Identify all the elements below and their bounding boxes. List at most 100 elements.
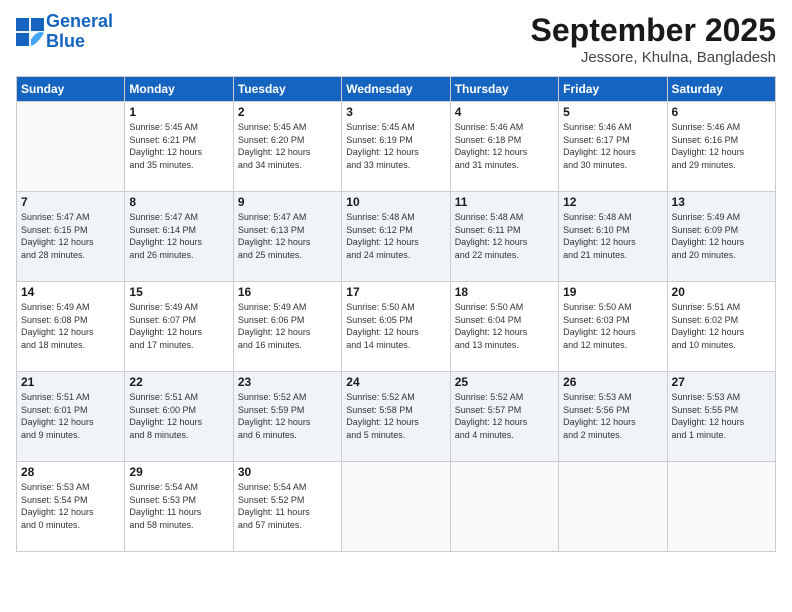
day-number: 27 [672, 375, 771, 389]
month-title: September 2025 [531, 12, 776, 49]
day-number: 21 [21, 375, 120, 389]
calendar-cell: 10Sunrise: 5:48 AM Sunset: 6:12 PM Dayli… [342, 192, 450, 282]
logo-line2: Blue [46, 31, 85, 51]
logo: General Blue [16, 12, 113, 52]
logo-text: General Blue [46, 12, 113, 52]
calendar-cell: 17 Sunrise: 5:50 AM Sunset: 6:05 PM Dayli… [342, 282, 450, 372]
day-number: 1 [129, 105, 228, 119]
calendar-cell: 20 Sunrise: 5:51 AM Sunset: 6:02 PM Dayli… [667, 282, 775, 372]
calendar-cell: 11 Sunrise: 5:48 AM Sunset: 6:11 PM Dayli… [450, 192, 558, 282]
calendar-cell: 28 Sunrise: 5:53 AM Sunset: 5:54 PM Dayli… [17, 462, 125, 552]
calendar-cell: 6Sunrise: 5:46 AM Sunset: 6:16 PM Daylig… [667, 102, 775, 192]
day-info: Sunrise: 5:50 AM Sunset: 6:05 PM Dayligh… [346, 301, 445, 351]
day-number: 17 [346, 285, 445, 299]
day-info: Sunrise: 5:49 AM Sunset: 6:08 PM Dayligh… [21, 301, 120, 351]
calendar-cell: 21 Sunrise: 5:51 AM Sunset: 6:01 PM Dayli… [17, 372, 125, 462]
day-info: Sunrise: 5:45 AM Sunset: 6:19 PM Dayligh… [346, 121, 445, 171]
calendar-week-row: 7 Sunrise: 5:47 AM Sunset: 6:15 PM Daylig… [17, 192, 776, 282]
day-info: Sunrise: 5:46 AM Sunset: 6:18 PM Dayligh… [455, 121, 554, 171]
calendar-header-monday: Monday [125, 77, 233, 102]
day-number: 13 [672, 195, 771, 209]
day-info: Sunrise: 5:48 AM Sunset: 6:11 PM Dayligh… [455, 211, 554, 261]
day-number: 10 [346, 195, 445, 209]
day-info: Sunrise: 5:54 AM Sunset: 5:52 PM Dayligh… [238, 481, 337, 531]
day-info: Sunrise: 5:51 AM Sunset: 6:02 PM Dayligh… [672, 301, 771, 351]
calendar-cell: 5 Sunrise: 5:46 AM Sunset: 6:17 PM Daylig… [559, 102, 667, 192]
day-info: Sunrise: 5:47 AM Sunset: 6:13 PM Dayligh… [238, 211, 337, 261]
day-info: Sunrise: 5:52 AM Sunset: 5:59 PM Dayligh… [238, 391, 337, 441]
day-number: 2 [238, 105, 337, 119]
calendar-cell: 13Sunrise: 5:49 AM Sunset: 6:09 PM Dayli… [667, 192, 775, 282]
day-number: 11 [455, 195, 554, 209]
day-number: 19 [563, 285, 662, 299]
location: Jessore, Khulna, Bangladesh [531, 49, 776, 66]
calendar-cell [17, 102, 125, 192]
calendar-cell [342, 462, 450, 552]
calendar-cell: 2Sunrise: 5:45 AM Sunset: 6:20 PM Daylig… [233, 102, 341, 192]
calendar-cell: 30 Sunrise: 5:54 AM Sunset: 5:52 PM Dayli… [233, 462, 341, 552]
logo-icon [16, 18, 44, 46]
day-info: Sunrise: 5:47 AM Sunset: 6:15 PM Dayligh… [21, 211, 120, 261]
day-number: 5 [563, 105, 662, 119]
calendar-cell: 14 Sunrise: 5:49 AM Sunset: 6:08 PM Dayli… [17, 282, 125, 372]
calendar-cell: 7 Sunrise: 5:47 AM Sunset: 6:15 PM Daylig… [17, 192, 125, 282]
day-number: 30 [238, 465, 337, 479]
day-info: Sunrise: 5:51 AM Sunset: 6:01 PM Dayligh… [21, 391, 120, 441]
day-info: Sunrise: 5:54 AM Sunset: 5:53 PM Dayligh… [129, 481, 228, 531]
day-info: Sunrise: 5:48 AM Sunset: 6:10 PM Dayligh… [563, 211, 662, 261]
header: General Blue September 2025 Jessore, Khu… [16, 12, 776, 66]
calendar-week-row: 21 Sunrise: 5:51 AM Sunset: 6:01 PM Dayli… [17, 372, 776, 462]
day-number: 28 [21, 465, 120, 479]
logo-line1: General [46, 11, 113, 31]
calendar-header-thursday: Thursday [450, 77, 558, 102]
day-info: Sunrise: 5:49 AM Sunset: 6:07 PM Dayligh… [129, 301, 228, 351]
calendar-cell: 4 Sunrise: 5:46 AM Sunset: 6:18 PM Daylig… [450, 102, 558, 192]
day-number: 8 [129, 195, 228, 209]
day-info: Sunrise: 5:47 AM Sunset: 6:14 PM Dayligh… [129, 211, 228, 261]
calendar-cell: 29 Sunrise: 5:54 AM Sunset: 5:53 PM Dayli… [125, 462, 233, 552]
day-number: 12 [563, 195, 662, 209]
calendar-cell: 1Sunrise: 5:45 AM Sunset: 6:21 PM Daylig… [125, 102, 233, 192]
calendar-cell: 25 Sunrise: 5:52 AM Sunset: 5:57 PM Dayli… [450, 372, 558, 462]
calendar-cell: 27Sunrise: 5:53 AM Sunset: 5:55 PM Dayli… [667, 372, 775, 462]
day-number: 25 [455, 375, 554, 389]
day-info: Sunrise: 5:53 AM Sunset: 5:56 PM Dayligh… [563, 391, 662, 441]
day-number: 14 [21, 285, 120, 299]
calendar-cell: 24 Sunrise: 5:52 AM Sunset: 5:58 PM Dayli… [342, 372, 450, 462]
day-number: 26 [563, 375, 662, 389]
day-number: 4 [455, 105, 554, 119]
day-number: 23 [238, 375, 337, 389]
day-number: 15 [129, 285, 228, 299]
calendar-cell: 18Sunrise: 5:50 AM Sunset: 6:04 PM Dayli… [450, 282, 558, 372]
calendar-header-tuesday: Tuesday [233, 77, 341, 102]
day-number: 7 [21, 195, 120, 209]
day-number: 20 [672, 285, 771, 299]
calendar-cell: 9 Sunrise: 5:47 AM Sunset: 6:13 PM Daylig… [233, 192, 341, 282]
calendar-cell: 12 Sunrise: 5:48 AM Sunset: 6:10 PM Dayli… [559, 192, 667, 282]
calendar-cell: 19Sunrise: 5:50 AM Sunset: 6:03 PM Dayli… [559, 282, 667, 372]
day-number: 16 [238, 285, 337, 299]
day-number: 24 [346, 375, 445, 389]
calendar: SundayMondayTuesdayWednesdayThursdayFrid… [16, 76, 776, 552]
day-number: 29 [129, 465, 228, 479]
calendar-cell: 8 Sunrise: 5:47 AM Sunset: 6:14 PM Daylig… [125, 192, 233, 282]
day-info: Sunrise: 5:52 AM Sunset: 5:57 PM Dayligh… [455, 391, 554, 441]
day-number: 22 [129, 375, 228, 389]
day-number: 9 [238, 195, 337, 209]
calendar-header-friday: Friday [559, 77, 667, 102]
calendar-cell [450, 462, 558, 552]
day-info: Sunrise: 5:52 AM Sunset: 5:58 PM Dayligh… [346, 391, 445, 441]
day-number: 18 [455, 285, 554, 299]
calendar-header-saturday: Saturday [667, 77, 775, 102]
calendar-week-row: 1Sunrise: 5:45 AM Sunset: 6:21 PM Daylig… [17, 102, 776, 192]
calendar-cell: 26 Sunrise: 5:53 AM Sunset: 5:56 PM Dayli… [559, 372, 667, 462]
calendar-cell [667, 462, 775, 552]
calendar-week-row: 28 Sunrise: 5:53 AM Sunset: 5:54 PM Dayli… [17, 462, 776, 552]
day-info: Sunrise: 5:46 AM Sunset: 6:17 PM Dayligh… [563, 121, 662, 171]
day-info: Sunrise: 5:49 AM Sunset: 6:06 PM Dayligh… [238, 301, 337, 351]
calendar-cell [559, 462, 667, 552]
day-info: Sunrise: 5:53 AM Sunset: 5:54 PM Dayligh… [21, 481, 120, 531]
day-number: 3 [346, 105, 445, 119]
calendar-header-wednesday: Wednesday [342, 77, 450, 102]
calendar-cell: 15 Sunrise: 5:49 AM Sunset: 6:07 PM Dayli… [125, 282, 233, 372]
